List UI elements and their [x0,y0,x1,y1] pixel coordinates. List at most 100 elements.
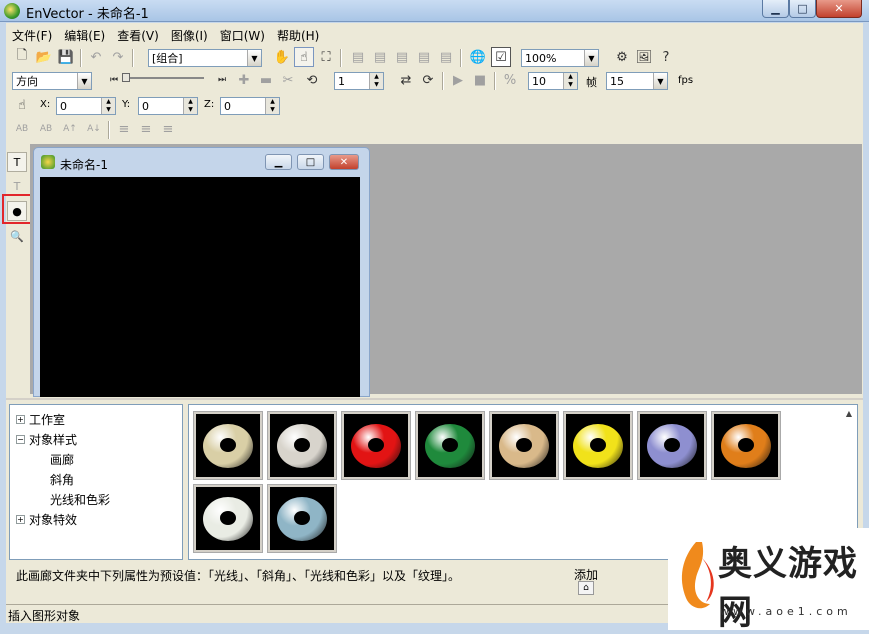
export-icon[interactable]: 🖼 [634,47,654,67]
gallery-thumbnail[interactable] [341,411,411,480]
zoom-tool-icon[interactable]: 🔍 [7,226,27,246]
text-lower-icon[interactable]: A↓ [84,119,104,139]
rotate-hand-icon[interactable]: ☝ [294,47,314,67]
z-spinner[interactable]: 0 ▲ ▼ [220,97,280,115]
percent-icon[interactable]: % [500,70,520,90]
open-folder-icon[interactable]: 📂 [34,47,54,67]
doc-minimize-button[interactable]: ▁ [265,154,292,170]
checkbox-view-icon[interactable]: ☑ [491,47,511,67]
step-spinner[interactable]: 1 ▲ ▼ [334,72,384,90]
layer-backward-icon[interactable]: ▤ [392,47,412,67]
save-icon[interactable]: 💾 [56,47,76,67]
globe-icon[interactable]: 🌐 [468,47,488,67]
gallery-thumbnail[interactable] [637,411,707,480]
gallery-thumbnail[interactable] [415,411,485,480]
hand-icon[interactable]: ✋ [272,47,292,67]
time-slider-thumb[interactable] [122,73,130,82]
layer-forward-icon[interactable]: ▤ [370,47,390,67]
menu-file[interactable]: 文件(F) [6,25,58,45]
redo-icon[interactable]: ↷ [108,47,128,67]
direction-select[interactable]: 方向 ▼ [12,72,92,90]
spin-down-icon[interactable]: ▼ [102,106,115,114]
tree-item-object-effects[interactable]: + 对象特效 [16,511,77,528]
layer-merge-icon[interactable]: ▤ [436,47,456,67]
layer-front-icon[interactable]: ▤ [348,47,368,67]
time-slider[interactable] [122,77,204,79]
rotate-hand-icon[interactable]: ☝ [12,95,32,115]
x-spinner[interactable]: 0 ▲ ▼ [56,97,116,115]
rewind-icon[interactable]: ⟳ [418,70,438,90]
keyframe-tool-icon[interactable]: ✂ [278,70,298,90]
text-raise-icon[interactable]: A↑ [60,119,80,139]
gallery-thumbnail[interactable] [563,411,633,480]
play-icon[interactable]: ▶ [448,70,468,90]
expand-icon[interactable]: + [16,515,25,524]
new-file-icon[interactable]: 🗋 [12,47,32,67]
menu-edit[interactable]: 编辑(E) [58,25,111,45]
add-icon[interactable]: ⌂ [578,581,594,595]
text-spacing-icon[interactable]: AB [12,119,32,139]
spin-up-icon[interactable]: ▲ [184,98,197,106]
zoom-select[interactable]: 100% ▼ [521,49,599,67]
document-title: 未命名-1 [60,158,108,172]
menu-window[interactable]: 窗口(W) [214,25,271,45]
scroll-up-icon[interactable]: ▲ [842,406,856,420]
frames-spinner[interactable]: 10 ▲ ▼ [528,72,578,90]
group-select[interactable]: [组合] ▼ [148,49,262,67]
render-icon[interactable]: ⚙ [612,47,632,67]
remove-keyframe-icon[interactable]: ▬ [256,70,276,90]
text-tool-icon[interactable]: T [7,152,27,172]
slider-start-icon[interactable]: ⏮ [104,70,124,90]
chevron-down-icon: ▼ [247,50,261,66]
undo-icon[interactable]: ↶ [86,47,106,67]
gallery-thumbnail[interactable] [193,484,263,553]
menu-view[interactable]: 查看(V) [111,25,165,45]
close-button[interactable]: ✕ [816,0,862,18]
watermark-text: 奥义游戏网 [718,544,858,633]
y-spinner[interactable]: 0 ▲ ▼ [138,97,198,115]
minimize-button[interactable]: ▁ [762,0,789,18]
spin-down-icon[interactable]: ▼ [184,106,197,114]
slider-end-icon[interactable]: ⏭ [212,70,232,90]
spin-down-icon[interactable]: ▼ [370,81,383,89]
spin-up-icon[interactable]: ▲ [102,98,115,106]
add-keyframe-icon[interactable]: ✚ [234,70,254,90]
layer-back-icon[interactable]: ▤ [414,47,434,67]
doc-maximize-button[interactable]: □ [297,154,324,170]
spin-down-icon[interactable]: ▼ [564,81,577,89]
tree-item-studio[interactable]: + 工作室 [16,411,65,428]
gallery-thumbnail[interactable] [489,411,559,480]
maximize-button[interactable]: □ [789,0,816,18]
text-spacing-narrow-icon[interactable]: AB [36,119,56,139]
gallery-thumbnail[interactable] [711,411,781,480]
gallery-thumbnail[interactable] [267,411,337,480]
gallery-thumbnail[interactable] [193,411,263,480]
menu-image[interactable]: 图像(I) [165,25,214,45]
fps-select[interactable]: 15 ▼ [606,72,668,90]
spin-up-icon[interactable]: ▲ [564,73,577,81]
app-icon[interactable] [4,3,20,19]
tree-item-gallery[interactable]: 画廊 [50,451,74,468]
loop-icon[interactable]: ⟲ [302,70,322,90]
expand-icon[interactable]: + [16,415,25,424]
stop-icon[interactable]: ■ [470,70,490,90]
spin-up-icon[interactable]: ▲ [370,73,383,81]
help-pointer-icon[interactable]: ? [656,47,676,67]
tree-item-lighting[interactable]: 光线和色彩 [50,491,110,508]
doc-close-button[interactable]: ✕ [329,154,359,170]
menu-help[interactable]: 帮助(H) [271,25,325,45]
spin-down-icon[interactable]: ▼ [266,106,279,114]
drawing-canvas[interactable] [40,177,360,397]
align-center-icon[interactable]: ≡ [136,119,156,139]
gallery-thumbnail[interactable] [267,484,337,553]
repeat-icon[interactable]: ⇄ [396,70,416,90]
tree-item-object-style[interactable]: − 对象样式 [16,431,77,448]
align-left-icon[interactable]: ≡ [114,119,134,139]
tree-item-bevel[interactable]: 斜角 [50,471,74,488]
fit-view-icon[interactable]: ⛶ [316,47,336,67]
text-edit-icon[interactable]: T [7,176,27,196]
torus-preview [203,496,253,541]
spin-up-icon[interactable]: ▲ [266,98,279,106]
collapse-icon[interactable]: − [16,435,25,444]
align-right-icon[interactable]: ≡ [158,119,178,139]
